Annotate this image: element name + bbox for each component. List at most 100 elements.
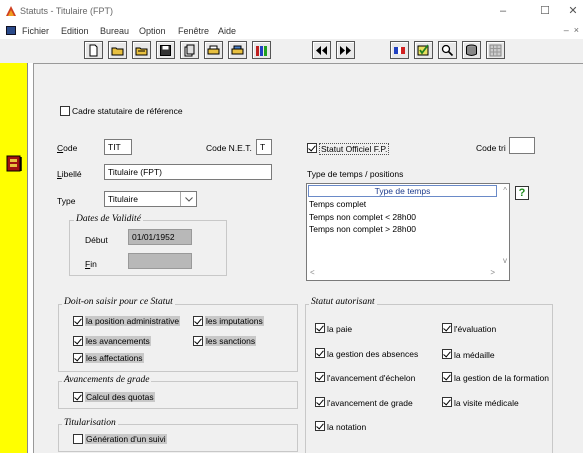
imputations-checkbox[interactable] [193, 316, 203, 326]
title-bar: Statuts - Titulaire (FPT) – ☐ ✕ [0, 0, 583, 22]
window-title: Statuts - Titulaire (FPT) [20, 6, 114, 16]
scroll-right-icon[interactable]: > [490, 268, 495, 277]
calcul-quotas-checkbox[interactable] [73, 392, 83, 402]
libelle-field[interactable]: Titulaire (FPT) [104, 164, 272, 180]
toolbar [0, 39, 583, 63]
document-menu-icon[interactable] [6, 26, 16, 35]
close-button[interactable]: ✕ [560, 3, 583, 19]
copy-icon[interactable] [180, 41, 199, 59]
minimize-button[interactable]: – [490, 3, 516, 19]
dates-title: Dates de Validité [74, 214, 143, 224]
temps-listbox[interactable]: Type de temps Temps complet Temps non co… [306, 183, 510, 281]
libelle-label: Libellé [57, 169, 82, 179]
paie-checkbox[interactable] [315, 323, 325, 333]
statut-officiel-checkbox[interactable] [307, 143, 317, 153]
menu-option[interactable]: Option [139, 26, 166, 36]
position-administrative-checkbox[interactable] [73, 316, 83, 326]
visite-medicale-label: la visite médicale [454, 398, 519, 408]
record-icon[interactable] [6, 155, 22, 172]
list-item[interactable]: Temps complet [309, 199, 366, 209]
cadre-reference-checkbox[interactable] [60, 106, 70, 116]
fin-label: Fin [85, 259, 97, 269]
list-item[interactable]: Temps non complet < 28h00 [309, 212, 416, 222]
generation-suivi-label: Génération d'un suivi [85, 434, 167, 444]
generation-suivi-checkbox[interactable] [73, 434, 83, 444]
help-icon[interactable]: ? [515, 186, 529, 200]
menu-bureau[interactable]: Bureau [100, 26, 129, 36]
position-administrative-label: la position administrative [85, 316, 181, 326]
save-icon[interactable] [156, 41, 175, 59]
list-item[interactable]: Temps non complet > 28h00 [309, 224, 416, 234]
main-panel: Cadre statutaire de référence Code TIT C… [33, 63, 583, 453]
evaluation-label: l'évaluation [454, 324, 497, 334]
affectations-checkbox[interactable] [73, 353, 83, 363]
calcul-quotas-label: Calcul des quotas [85, 392, 155, 402]
affectations-label: les affectations [85, 353, 144, 363]
scroll-up-icon[interactable]: ^ [503, 186, 507, 195]
autorisant-title: Statut autorisant [309, 297, 377, 307]
temps-list-header[interactable]: Type de temps [308, 185, 497, 197]
gestion-absences-label: la gestion des absences [327, 349, 419, 359]
code-net-label: Code N.E.T. [206, 143, 252, 153]
validate-icon[interactable] [414, 41, 433, 59]
avancement-grade-label: l'avancement de grade [327, 398, 413, 408]
avancement-echelon-checkbox[interactable] [315, 372, 325, 382]
debut-label: Début [85, 235, 108, 245]
previous-record-icon[interactable] [312, 41, 331, 59]
menu-bar: Fichier Edition Bureau Option Fenêtre Ai… [0, 23, 583, 39]
paie-label: la paie [327, 324, 353, 334]
medaille-checkbox[interactable] [442, 349, 452, 359]
code-field[interactable]: TIT [104, 139, 132, 155]
menu-fichier[interactable]: Fichier [22, 26, 49, 36]
menu-edition[interactable]: Edition [61, 26, 89, 36]
medaille-label: la médaille [454, 350, 495, 360]
scroll-left-icon[interactable]: < [310, 268, 315, 277]
chevron-down-icon[interactable] [180, 192, 196, 206]
cadre-reference-label: Cadre statutaire de référence [72, 106, 183, 116]
print-icon[interactable] [204, 41, 223, 59]
menu-aide[interactable]: Aide [218, 26, 236, 36]
type-select-value: Titulaire [108, 194, 138, 204]
avancements-title: Avancements de grade [62, 375, 152, 385]
notation-label: la notation [327, 422, 367, 432]
mdi-window-controls[interactable]: – ⁡ × [564, 25, 579, 35]
open-folder-icon[interactable] [108, 41, 127, 59]
debut-field[interactable]: 01/01/1952 [128, 229, 192, 245]
temps-title: Type de temps / positions [307, 169, 404, 179]
flag-icon[interactable] [390, 41, 409, 59]
visite-medicale-checkbox[interactable] [442, 397, 452, 407]
avancement-grade-checkbox[interactable] [315, 397, 325, 407]
code-net-field[interactable]: T [256, 139, 272, 155]
search-icon[interactable] [438, 41, 457, 59]
print-preview-icon[interactable] [228, 41, 247, 59]
avancements-label: les avancements [85, 336, 151, 346]
maximize-button[interactable]: ☐ [532, 3, 558, 19]
database-icon[interactable] [462, 41, 481, 59]
type-select[interactable]: Titulaire [104, 191, 197, 207]
avancements-checkbox[interactable] [73, 336, 83, 346]
gestion-formation-label: la gestion de la formation [454, 373, 549, 383]
code-label: Code [57, 143, 78, 153]
gestion-formation-checkbox[interactable] [442, 372, 452, 382]
type-label: Type [57, 196, 76, 206]
scroll-down-icon[interactable]: v [503, 256, 507, 265]
code-tri-field[interactable] [509, 137, 535, 154]
open-folder-alt-icon[interactable] [132, 41, 151, 59]
menu-fenetre[interactable]: Fenêtre [178, 26, 209, 36]
new-document-icon[interactable] [84, 41, 103, 59]
avancement-echelon-label: l'avancement d'échelon [327, 373, 416, 383]
side-strip [0, 63, 28, 453]
app-logo-icon [6, 6, 16, 16]
sanctions-checkbox[interactable] [193, 336, 203, 346]
fin-field[interactable] [128, 253, 192, 269]
saisir-title: Doit-on saisir pour ce Statut [62, 297, 175, 307]
imputations-label: les imputations [205, 316, 264, 326]
next-record-icon[interactable] [336, 41, 355, 59]
gestion-absences-checkbox[interactable] [315, 348, 325, 358]
code-tri-label: Code tri [476, 143, 506, 153]
sanctions-label: les sanctions [205, 336, 257, 346]
books-icon[interactable] [252, 41, 271, 59]
evaluation-checkbox[interactable] [442, 323, 452, 333]
notation-checkbox[interactable] [315, 421, 325, 431]
grid-icon[interactable] [486, 41, 505, 59]
